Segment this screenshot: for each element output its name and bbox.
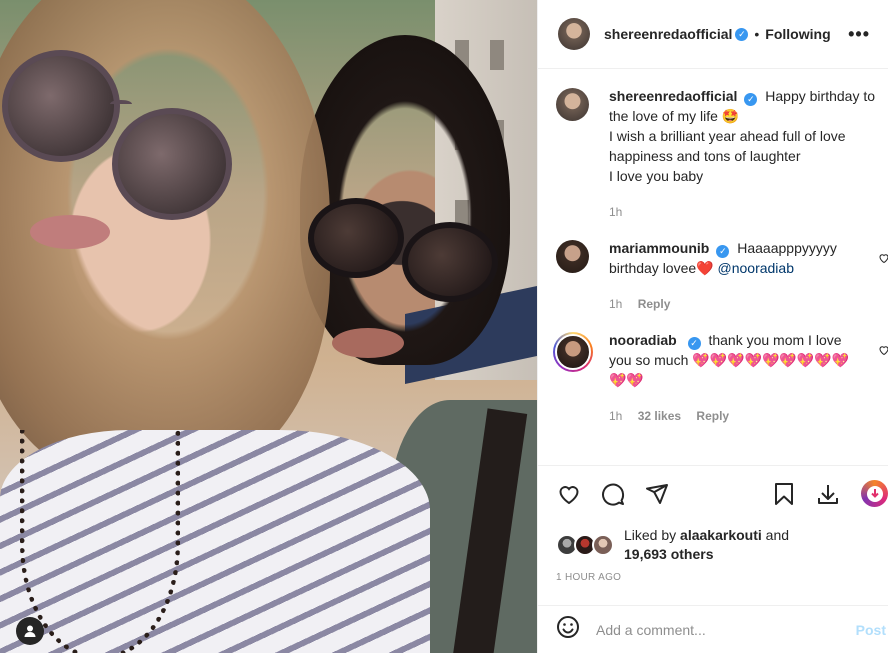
comment-icon[interactable]	[600, 481, 626, 507]
sunglasses-lens	[112, 108, 232, 220]
save-extension-icon[interactable]	[861, 480, 888, 507]
comment-item: nooradiab ✓ thank you mom I love you so …	[553, 330, 888, 426]
star-eyes-emoji: 🤩	[721, 108, 740, 124]
heart-icon[interactable]	[878, 344, 888, 359]
post-comment-button[interactable]: Post	[856, 622, 888, 638]
avatar[interactable]	[553, 332, 593, 372]
avatar[interactable]	[556, 88, 589, 121]
post-author-username[interactable]: shereenredaofficial	[604, 26, 732, 42]
liked-by-and: and	[765, 527, 790, 543]
post-timestamp[interactable]: 1 HOUR AGO	[556, 572, 621, 583]
verified-icon: ✓	[744, 93, 758, 106]
necklace	[20, 430, 180, 653]
liked-by-user[interactable]: alaakarkouti	[680, 527, 762, 543]
lips	[332, 328, 404, 358]
verified-icon: ✓	[687, 337, 701, 350]
post-header: shereenredaofficial ✓ • Following •••	[538, 0, 888, 69]
sunglasses-lens	[308, 198, 404, 278]
bookmark-icon[interactable]	[771, 481, 797, 507]
comment-likes[interactable]: 32 likes	[638, 409, 681, 423]
more-icon[interactable]: •••	[848, 24, 870, 45]
heart-icon[interactable]	[878, 252, 888, 267]
post-photo[interactable]	[0, 0, 537, 653]
comment-username[interactable]: mariammounib	[609, 240, 709, 256]
reply-button[interactable]: Reply	[696, 409, 729, 423]
reply-button[interactable]: Reply	[638, 297, 671, 311]
comments-list[interactable]: shereenredaofficial ✓ Happy birthday to t…	[538, 70, 888, 464]
caption-text: I love you baby	[609, 168, 704, 184]
lips	[30, 215, 110, 249]
add-comment-bar: Post	[538, 605, 888, 653]
sunglasses-bridge	[110, 100, 132, 108]
sunglasses-lens	[402, 222, 498, 302]
caption-username[interactable]: shereenredaofficial	[609, 88, 737, 104]
liked-by-prefix: Liked by	[624, 527, 677, 543]
avatar[interactable]	[556, 240, 589, 273]
caption-text: I wish a brilliant year ahead full of lo…	[609, 128, 846, 164]
verified-icon: ✓	[735, 27, 749, 41]
separator-dot: •	[754, 26, 760, 42]
red-heart-emoji: ❤️	[696, 260, 714, 276]
avatar	[592, 534, 614, 556]
avatar[interactable]	[558, 18, 590, 50]
likes-count[interactable]: 19,693 others	[624, 546, 714, 562]
mention-link[interactable]: @nooradiab	[718, 260, 795, 276]
user-tag-icon[interactable]	[16, 617, 44, 645]
heart-icon[interactable]	[556, 481, 582, 507]
caption-time[interactable]: 1h	[609, 205, 622, 219]
comment-input[interactable]	[596, 621, 836, 638]
comment-username[interactable]: nooradiab	[609, 332, 677, 348]
sunglasses-lens	[2, 50, 120, 162]
comment-item: mariammounib ✓ Haaaapppyyyyy birthday lov…	[556, 238, 888, 314]
following-button[interactable]: Following	[765, 26, 830, 42]
liker-avatars	[556, 534, 616, 556]
comment-time[interactable]: 1h	[609, 409, 622, 423]
share-icon[interactable]	[644, 481, 670, 507]
download-icon[interactable]	[815, 481, 841, 507]
post-side-panel: shereenredaofficial ✓ • Following ••• sh…	[537, 0, 888, 653]
verified-icon: ✓	[716, 245, 730, 258]
post-actions	[538, 465, 888, 521]
comment-time[interactable]: 1h	[609, 297, 622, 311]
likes-summary[interactable]: Liked by alaakarkouti and 19,693 others	[556, 523, 888, 567]
person-right-hair	[300, 35, 510, 365]
caption: shereenredaofficial ✓ Happy birthday to t…	[556, 86, 888, 222]
emoji-icon[interactable]	[556, 615, 580, 644]
